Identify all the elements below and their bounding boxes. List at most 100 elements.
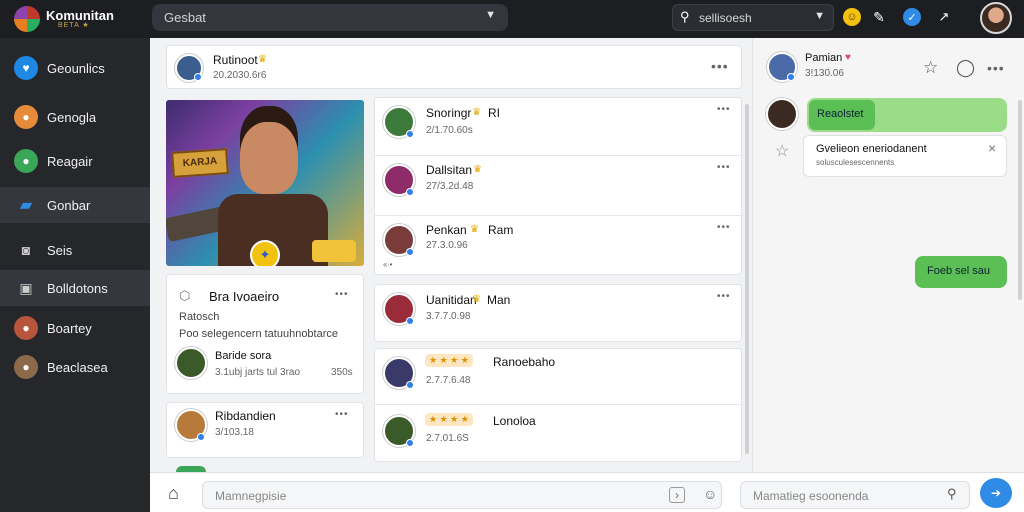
feed-time: 27/3.2d.48	[426, 181, 474, 192]
secondary-search[interactable]: ⚲ sellisoesh ▼	[672, 4, 834, 31]
crown-icon: ♛	[472, 294, 481, 305]
sidebar-item-gonbar[interactable]: ▰ Gonbar	[0, 187, 150, 223]
news-title: Bra Ivoaeiro	[209, 289, 280, 304]
feed-tag: RI	[488, 106, 500, 120]
feed-row[interactable]: Uanitidan ♛ Man 3.7.7.0.98 •••	[374, 284, 742, 342]
app-subtitle: BETA ★	[58, 22, 90, 29]
feed-time: 3.7.7.0.98	[426, 311, 471, 322]
sidebar-item-genogla[interactable]: ● Genogla	[0, 99, 150, 135]
top-search-text: Gesbat	[164, 10, 206, 25]
sidebar-item-geounlics[interactable]: ♥ Geounlics	[0, 50, 150, 86]
top-search-select[interactable]: Gesbat ▼	[152, 4, 508, 31]
feed-name: Penkan	[426, 223, 467, 237]
verified-icon	[197, 433, 205, 441]
feed-extra: «∙•	[383, 260, 393, 269]
avatar[interactable]	[766, 98, 798, 130]
feed-row[interactable]: Dallsitan ♛ 27/3.2d.48 •••	[375, 156, 743, 216]
more-options-icon[interactable]: •••	[717, 104, 731, 115]
chat-bubble-text: Foeb sel sau	[927, 265, 990, 277]
banner-sign: KARJA	[171, 148, 229, 178]
feed-time: 27.3.0.96	[426, 240, 468, 251]
feed-name: Snoringr	[426, 106, 472, 120]
game-badge-icon[interactable]: ✦	[250, 240, 280, 266]
user-avatar[interactable]	[980, 2, 1012, 34]
avatar-icon: ●	[14, 149, 38, 173]
star-icon[interactable]: ☆	[923, 58, 938, 78]
more-options-icon[interactable]: •••	[987, 60, 1005, 76]
more-options-icon[interactable]: •••	[717, 291, 731, 302]
pen-icon[interactable]: ✎	[870, 8, 888, 26]
user-card-time: 3/103.18	[215, 427, 254, 438]
news-line-2: Poo selegencern tatuuhnobtarce	[179, 328, 339, 340]
crown-icon: ♛	[473, 164, 482, 175]
user-card[interactable]: Ribdandien 3/103.18 •••	[166, 402, 364, 458]
more-options-icon[interactable]: •••	[335, 289, 349, 300]
message-input-placeholder: Mamnegpisie	[215, 489, 287, 503]
secondary-search-text: sellisoesh	[699, 11, 752, 25]
rating-stars: ★ ★ ★ ★	[425, 354, 473, 367]
chat-panel: Pamian ♥ 3!130.06 ☆ ◯ ••• Reaolstet ☆ Gv…	[752, 38, 1024, 472]
heart-icon: ♥	[845, 52, 851, 63]
attach-icon[interactable]: ›	[669, 487, 685, 503]
feed-time: 2.7.01.6S	[426, 433, 469, 444]
more-options-icon[interactable]: •••	[717, 162, 731, 173]
emoji-icon[interactable]: ☺	[703, 486, 717, 502]
news-card[interactable]: ⬡ Bra Ivoaeiro ••• Ratosch Poo selegence…	[166, 274, 364, 394]
search-icon[interactable]: ⚲	[947, 486, 957, 502]
sidebar-item-boartey[interactable]: ● Boartey	[0, 310, 150, 346]
sidebar-item-seis[interactable]: ◙ Seis	[0, 232, 150, 268]
send-button[interactable]: ➔	[980, 478, 1012, 508]
avatar[interactable]	[175, 347, 207, 379]
feed-name: Ranoebaho	[493, 355, 556, 369]
sidebar-item-label: Reagair	[47, 153, 93, 169]
chat-scrollbar[interactable]	[1018, 100, 1022, 300]
close-icon[interactable]: ×	[988, 140, 996, 156]
feed-name: Dallsitan	[426, 163, 473, 177]
camera-icon: ◙	[21, 242, 31, 258]
emoji-icon[interactable]: ☺	[843, 8, 861, 26]
sidebar-item-label: Genogla	[47, 109, 97, 125]
verified-icon	[406, 439, 414, 447]
sidebar-item-label: Bolldotons	[47, 280, 108, 296]
post-header-card[interactable]: Rutinoot ♛ 20.2030.6r6 •••	[166, 45, 742, 89]
notification-card[interactable]: Gvelieon eneriodanent solusculesescennen…	[803, 135, 1007, 177]
bell-icon[interactable]: ◯	[956, 58, 975, 78]
home-icon[interactable]: ⌂	[168, 483, 179, 504]
banner-chip	[312, 240, 356, 262]
news-user-name: Baride sora	[215, 350, 272, 362]
more-options-icon[interactable]: •••	[711, 58, 729, 74]
chat-bubble-sent[interactable]: Foeb sel sau	[915, 256, 1007, 288]
verified-icon[interactable]: ✓	[903, 8, 921, 26]
crown-icon: ♛	[470, 224, 479, 235]
feed-row[interactable]: ★ ★ ★ ★ Lonoloa 2.7.01.6S	[375, 405, 743, 463]
folder-icon: ▰	[19, 197, 33, 214]
trend-icon[interactable]: ↗	[935, 8, 953, 26]
feed-group-top: Snoringr ♛ RI 2/1.70.60s ••• Dallsitan ♛…	[374, 97, 743, 276]
sidebar-item-label: Beaclasea	[47, 359, 108, 375]
feed-row[interactable]: ★ ★ ★ ★ Ranoebaho 2.7.7.6.48	[375, 349, 743, 405]
search-icon: ⚲	[680, 9, 690, 24]
message-input[interactable]: Mamnegpisie › ☺	[202, 481, 722, 509]
secondary-message-input[interactable]: Mamatieg esoonenda ⚲	[740, 481, 970, 509]
sidebar-item-bolldotons[interactable]: ▣ Bolldotons	[0, 270, 150, 306]
notice-subtitle: solusculesescennents	[816, 158, 895, 167]
hero-head-graphic	[240, 122, 298, 194]
chevron-down-icon: ▼	[485, 9, 496, 21]
feed-row[interactable]: Penkan ♛ Ram 27.3.0.96 «∙• •••	[375, 216, 743, 276]
chat-bubble-received[interactable]: Reaolstet	[807, 98, 1007, 132]
more-options-icon[interactable]: •••	[717, 222, 731, 233]
more-options-icon[interactable]: •••	[335, 409, 349, 420]
star-icon[interactable]: ☆	[775, 141, 789, 161]
crown-icon: ♛	[258, 54, 267, 65]
chat-bubble-text: Reaolstet	[817, 108, 864, 120]
game-banner-image[interactable]: KARJA ✦	[166, 100, 364, 266]
sidebar-item-beaclasea[interactable]: ● Beaclasea	[0, 349, 150, 385]
feed-row[interactable]: Snoringr ♛ RI 2/1.70.60s •••	[375, 98, 743, 156]
sidebar-item-reagair[interactable]: ● Reagair	[0, 143, 150, 179]
feed-scrollbar[interactable]	[745, 104, 749, 454]
verified-icon	[406, 317, 414, 325]
crown-icon: ♛	[472, 107, 481, 118]
app-logo[interactable]	[14, 6, 40, 32]
box-icon: ⬡	[179, 288, 191, 303]
heart-icon: ♥	[14, 56, 38, 80]
